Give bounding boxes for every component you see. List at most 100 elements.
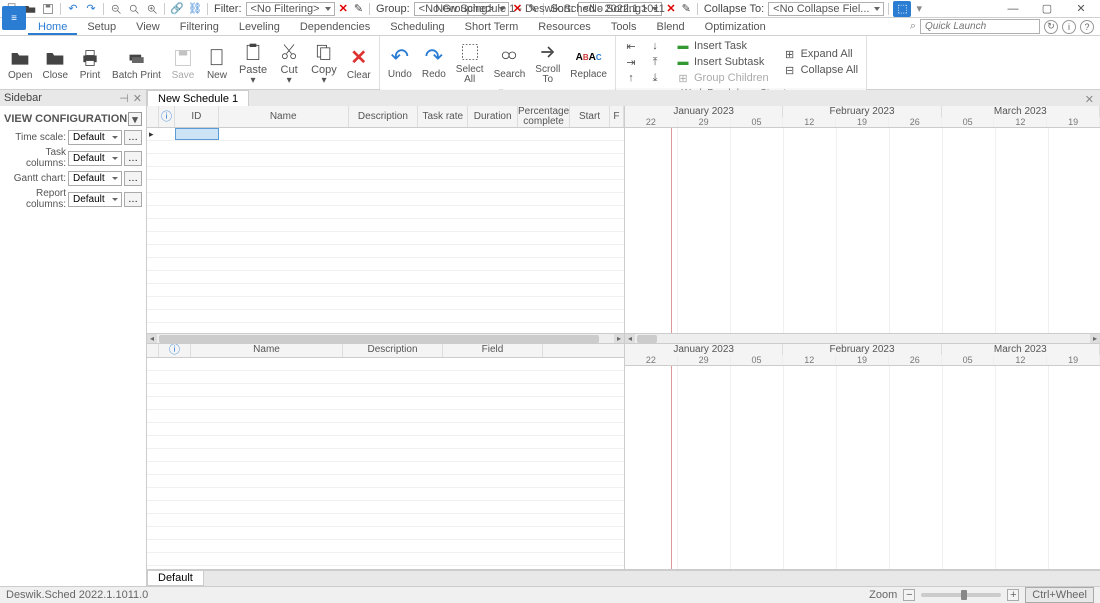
selected-cell[interactable] (175, 128, 219, 140)
menu-resources[interactable]: Resources (528, 19, 601, 35)
menu-view[interactable]: View (126, 19, 170, 35)
sb-combo-3[interactable]: Default (68, 192, 122, 207)
batch-print-button[interactable]: Batch Print (108, 44, 165, 83)
menu-tools[interactable]: Tools (601, 19, 647, 35)
sb-edit-1[interactable]: … (124, 151, 142, 166)
sort-clear-icon[interactable]: ✕ (664, 2, 677, 15)
menu-dependencies[interactable]: Dependencies (290, 19, 380, 35)
filter-clear-icon[interactable]: ✕ (337, 2, 350, 15)
col-header[interactable]: Duration (468, 106, 518, 127)
default-tab[interactable]: Default (147, 571, 204, 586)
indent-button[interactable]: ⇥ (620, 54, 642, 70)
col-header[interactable]: Task rate (418, 106, 468, 127)
menu-scheduling[interactable]: Scheduling (380, 19, 454, 35)
demote-button[interactable]: ⤓ (644, 70, 666, 86)
info-button[interactable]: i (1062, 20, 1076, 34)
report-grid[interactable]: ⓘNameDescriptionField (147, 344, 625, 569)
sidebar-pin-icon[interactable]: ⊣ (119, 92, 129, 105)
col-header[interactable]: Description (349, 106, 419, 127)
quick-launch-input[interactable] (920, 19, 1040, 34)
sb-combo-0[interactable]: Default (68, 130, 122, 145)
scroll-left-icon[interactable]: ◂ (147, 334, 157, 343)
sort-edit-icon[interactable]: ✎ (680, 2, 693, 15)
view-config-menu-icon[interactable]: ▾ (128, 112, 142, 126)
redo-button[interactable]: ↷Redo (418, 43, 450, 82)
print-button[interactable]: Print (74, 44, 106, 83)
scroll-right-icon[interactable]: ▸ (614, 334, 624, 343)
grid-hscroll[interactable]: ◂ ▸ (147, 333, 624, 343)
clear-button[interactable]: ✕Clear (343, 44, 375, 83)
promote-button[interactable]: ⤒ (644, 54, 666, 70)
zoom-fit-icon[interactable] (126, 1, 142, 17)
info-col-icon[interactable]: ⓘ (159, 106, 175, 127)
save-icon[interactable] (40, 1, 56, 17)
insert-task-button[interactable]: ▬Insert Task (672, 38, 773, 54)
copy-button[interactable]: Copy▾ (307, 38, 341, 88)
collapse-combo[interactable]: <No Collapse Fiel... (768, 2, 884, 16)
zoom-out-icon[interactable] (108, 1, 124, 17)
menu-optimization[interactable]: Optimization (695, 19, 776, 35)
move-down-button[interactable]: ↓ (644, 38, 666, 54)
col-header[interactable]: Description (343, 344, 443, 357)
outdent-button[interactable]: ⇤ (620, 38, 642, 54)
col-header[interactable]: ID (175, 106, 219, 127)
menu-leveling[interactable]: Leveling (229, 19, 290, 35)
menu-blend[interactable]: Blend (647, 19, 695, 35)
redo-icon[interactable]: ↷ (83, 1, 99, 17)
close-button[interactable]: ✕ (1066, 1, 1096, 17)
insert-subtask-button[interactable]: ▬Insert Subtask (672, 54, 773, 70)
app-icon[interactable]: ≡ (2, 6, 26, 30)
sidebar-close-icon[interactable]: ✕ (133, 92, 142, 105)
group-children-button[interactable]: ⊞Group Children (672, 70, 773, 86)
gantt-bottom[interactable]: January 2023February 2023March 2023 2229… (625, 344, 1100, 569)
ctrl-wheel-button[interactable]: Ctrl+Wheel (1025, 587, 1094, 603)
gantt-top[interactable]: January 2023February 2023March 2023 2229… (625, 106, 1100, 343)
info-col-icon[interactable]: ⓘ (159, 344, 191, 357)
menu-filtering[interactable]: Filtering (170, 19, 229, 35)
col-header[interactable]: F (610, 106, 624, 127)
zoom-out-button[interactable]: − (903, 589, 915, 601)
sb-combo-2[interactable]: Default (68, 171, 122, 186)
gantt-scroll-left-icon[interactable]: ◂ (625, 334, 635, 343)
zoom-slider[interactable] (921, 593, 1001, 597)
sb-edit-2[interactable]: … (124, 171, 142, 186)
gantt-scroll-right-icon[interactable]: ▸ (1090, 334, 1100, 343)
undo-button[interactable]: ↶Undo (384, 43, 416, 82)
move-up-button[interactable]: ↑ (620, 70, 642, 86)
col-header[interactable]: Name (191, 344, 343, 357)
gantt-hscroll-top[interactable]: ◂ ▸ (625, 333, 1100, 343)
open-button[interactable]: Open (4, 44, 36, 83)
sb-edit-3[interactable]: … (124, 192, 142, 207)
menu-short-term[interactable]: Short Term (455, 19, 529, 35)
sb-edit-0[interactable]: … (124, 130, 142, 145)
filter-edit-icon[interactable]: ✎ (352, 2, 365, 15)
cut-button[interactable]: Cut▾ (273, 38, 305, 88)
help-button[interactable]: ? (1080, 20, 1094, 34)
collapse-all-button[interactable]: ⊟Collapse All (779, 62, 862, 78)
col-header[interactable] (147, 106, 159, 127)
replace-button[interactable]: ABACReplace (566, 43, 611, 82)
qat-dropdown-icon[interactable]: ▾ (913, 2, 925, 15)
zoom-in-button[interactable]: + (1007, 589, 1019, 601)
maximize-button[interactable]: ▢ (1032, 1, 1062, 17)
unlink-icon[interactable]: ⛓ (187, 1, 203, 17)
new-button[interactable]: New (201, 44, 233, 83)
menu-setup[interactable]: Setup (77, 19, 126, 35)
sb-combo-1[interactable]: Default (68, 151, 122, 166)
col-header[interactable]: Percentage complete (518, 106, 570, 127)
filter-combo[interactable]: <No Filtering> (246, 2, 335, 16)
col-header[interactable]: Start (570, 106, 610, 127)
refresh-button[interactable]: ↻ (1044, 20, 1058, 34)
menu-home[interactable]: Home (28, 19, 77, 35)
tab-close-icon[interactable]: ✕ (1079, 93, 1100, 106)
search-button[interactable]: Search (490, 43, 530, 82)
link-icon[interactable]: 🔗 (169, 1, 185, 17)
undo-icon[interactable]: ↶ (65, 1, 81, 17)
minimize-button[interactable]: — (998, 1, 1028, 17)
paste-button[interactable]: Paste▾ (235, 38, 271, 88)
scroll-to-button[interactable]: Scroll To (531, 38, 564, 87)
col-header[interactable] (147, 344, 159, 357)
zoom-in-icon[interactable] (144, 1, 160, 17)
col-header[interactable]: Field (443, 344, 543, 357)
task-grid[interactable]: ⓘIDNameDescriptionTask rateDurationPerce… (147, 106, 625, 343)
